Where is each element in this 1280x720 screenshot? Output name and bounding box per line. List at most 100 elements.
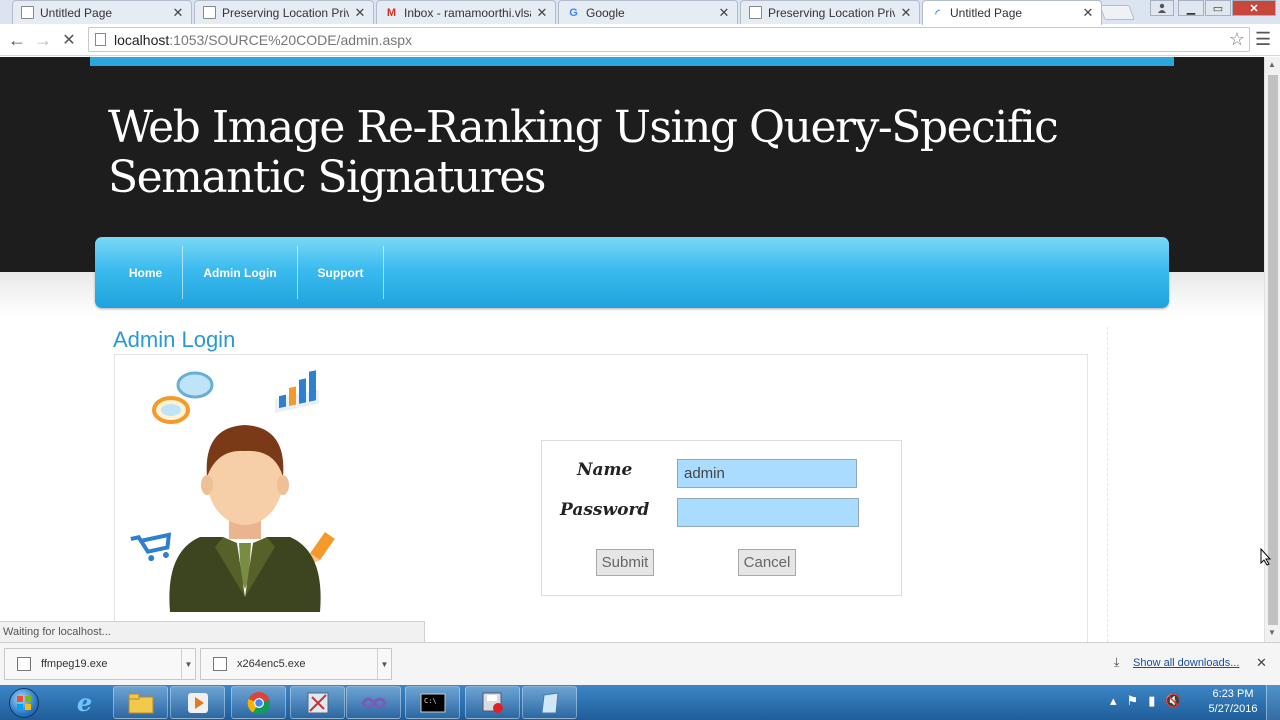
visual-studio-icon[interactable] <box>346 686 401 719</box>
download-item-2[interactable]: x264enc5.exe ▼ <box>200 648 392 680</box>
browser-tab-3[interactable]: M Inbox - ramamoorthi.vlsa ✕ <box>376 0 556 24</box>
show-hidden-icons-icon[interactable]: ▴ <box>1110 693 1117 709</box>
tab-title: Preserving Location Privac <box>222 5 349 20</box>
download-options-icon[interactable]: ▼ <box>377 649 391 679</box>
google-icon: G <box>569 6 578 19</box>
browser-tab-2[interactable]: Preserving Location Privac ✕ <box>194 0 374 24</box>
page-icon <box>749 6 762 19</box>
clock-time: 6:23 PM <box>1212 688 1254 700</box>
status-bubble: Waiting for localhost... <box>0 621 425 642</box>
system-tray: ▴ ⚑ ▮ 🔇 <box>1110 693 1182 709</box>
name-input[interactable]: admin <box>677 459 857 488</box>
forward-icon[interactable]: → <box>32 29 54 51</box>
network-tool-icon[interactable] <box>290 686 345 719</box>
download-item-1[interactable]: ffmpeg19.exe ▼ <box>4 648 196 680</box>
tab-strip: Untitled Page ✕ Preserving Location Priv… <box>0 0 1280 25</box>
page-icon <box>203 6 216 19</box>
close-tab-icon[interactable]: ✕ <box>1081 5 1095 21</box>
network-signal-icon[interactable]: ▮ <box>1148 693 1155 709</box>
close-tab-icon[interactable]: ✕ <box>899 5 913 21</box>
bookmark-star-icon[interactable]: ☆ <box>1229 29 1245 50</box>
download-arrow-icon: ⤓ <box>1114 655 1120 669</box>
maximize-button[interactable]: ▭ <box>1205 0 1231 16</box>
tab-title: Preserving Location Privac <box>768 5 895 20</box>
url-path: :1053/SOURCE%20CODE/admin.aspx <box>169 31 413 48</box>
show-all-downloads-link[interactable]: Show all downloads... <box>1133 657 1239 669</box>
minimize-button[interactable]: ▁ <box>1178 0 1204 16</box>
address-bar[interactable]: localhost:1053/SOURCE%20CODE/admin.aspx … <box>88 27 1250 52</box>
tab-title: Untitled Page <box>950 6 1023 20</box>
close-tab-icon[interactable]: ✕ <box>717 5 731 21</box>
site-title-line-2: Semantic Signatures <box>108 152 546 203</box>
submit-button[interactable]: Submit <box>596 549 654 576</box>
close-shelf-icon[interactable]: ✕ <box>1256 655 1267 671</box>
section-heading: Admin Login <box>113 327 236 352</box>
nav-item-admin-login[interactable]: Admin Login <box>183 246 298 299</box>
browser-menu-icon[interactable]: ☰ <box>1255 29 1273 49</box>
new-tab-button[interactable] <box>1099 5 1135 20</box>
media-player-icon[interactable] <box>170 686 225 719</box>
browser-tab-5[interactable]: Preserving Location Privac ✕ <box>740 0 920 24</box>
login-form: Name admin Password Submit Cancel <box>541 440 902 596</box>
windows-logo-icon <box>9 687 39 718</box>
admin-avatar-illustration <box>130 370 335 612</box>
windows-taskbar: e C:\ ▴ ⚑ ▮ 🔇 6:23 PM 5/27/2016 <box>0 685 1280 720</box>
back-icon[interactable]: ← <box>6 29 28 51</box>
start-button[interactable] <box>4 686 44 719</box>
browser-tab-6-active[interactable]: ◜ Untitled Page ✕ <box>922 0 1102 25</box>
download-shelf: ffmpeg19.exe ▼ x264enc5.exe ▼ ⤓ Show all… <box>0 642 1280 685</box>
password-label: Password <box>560 500 650 520</box>
download-options-icon[interactable]: ▼ <box>181 649 195 679</box>
scroll-down-icon[interactable]: ▼ <box>1268 628 1276 637</box>
mouse-cursor-icon <box>1260 548 1272 566</box>
page-info-icon[interactable] <box>95 33 106 46</box>
page-icon <box>21 6 34 19</box>
clock-date: 5/27/2016 <box>1208 703 1258 715</box>
file-explorer-icon[interactable] <box>113 686 168 719</box>
gmail-icon: M <box>386 6 397 19</box>
bar-chart-icon <box>275 370 319 413</box>
executable-file-icon <box>17 657 31 671</box>
show-desktop-button[interactable] <box>1266 685 1280 720</box>
nav-item-label: Home <box>128 265 163 280</box>
loading-icon: ◜ <box>935 7 940 20</box>
close-tab-icon[interactable]: ✕ <box>353 5 367 21</box>
page-viewport: Web Image Re-Ranking Using Query-Specifi… <box>0 57 1264 642</box>
cancel-button[interactable]: Cancel <box>738 549 796 576</box>
window-close-button[interactable]: ✕ <box>1232 0 1276 16</box>
browser-toolbar: ← → ✕ localhost:1053/SOURCE%20CODE/admin… <box>0 24 1280 56</box>
document-app-icon[interactable] <box>522 686 577 719</box>
site-title-line-1: Web Image Re-Ranking Using Query-Specifi… <box>108 102 1059 153</box>
stop-loading-icon[interactable]: ✕ <box>58 29 80 51</box>
tab-title: Untitled Page <box>40 5 113 20</box>
user-profile-icon[interactable] <box>1150 0 1174 16</box>
site-title: Web Image Re-Ranking Using Query-Specifi… <box>108 103 1108 203</box>
browser-tab-1[interactable]: Untitled Page ✕ <box>12 0 192 24</box>
nav-item-support[interactable]: Support <box>298 246 384 299</box>
executable-file-icon <box>213 657 227 671</box>
download-filename: x264enc5.exe <box>237 658 306 670</box>
command-prompt-icon[interactable]: C:\ <box>405 686 460 719</box>
internet-explorer-icon[interactable]: e <box>57 686 112 719</box>
tab-title: Inbox - ramamoorthi.vlsa <box>404 5 531 20</box>
password-input[interactable] <box>677 498 859 527</box>
close-tab-icon[interactable]: ✕ <box>171 5 185 21</box>
screen-recorder-icon[interactable] <box>465 686 520 719</box>
scroll-up-icon[interactable]: ▲ <box>1268 60 1276 69</box>
action-center-flag-icon[interactable]: ⚑ <box>1127 693 1139 709</box>
nav-item-label: Support <box>317 265 364 280</box>
scrollbar-thumb[interactable] <box>1268 75 1278 625</box>
header-accent-strip <box>90 57 1174 66</box>
url-host: localhost <box>114 31 170 48</box>
chrome-icon[interactable] <box>231 686 286 719</box>
browser-tab-4[interactable]: G Google ✕ <box>558 0 738 24</box>
nav-item-home[interactable]: Home <box>109 246 183 299</box>
name-label: Name <box>577 460 633 480</box>
system-clock[interactable]: 6:23 PM 5/27/2016 <box>1203 687 1263 717</box>
chat-bubbles-icon <box>152 371 214 424</box>
volume-muted-icon[interactable]: 🔇 <box>1165 693 1181 709</box>
tab-title: Google <box>586 5 625 20</box>
download-filename: ffmpeg19.exe <box>41 658 108 670</box>
svg-text:C:\: C:\ <box>424 697 437 705</box>
close-tab-icon[interactable]: ✕ <box>535 5 549 21</box>
